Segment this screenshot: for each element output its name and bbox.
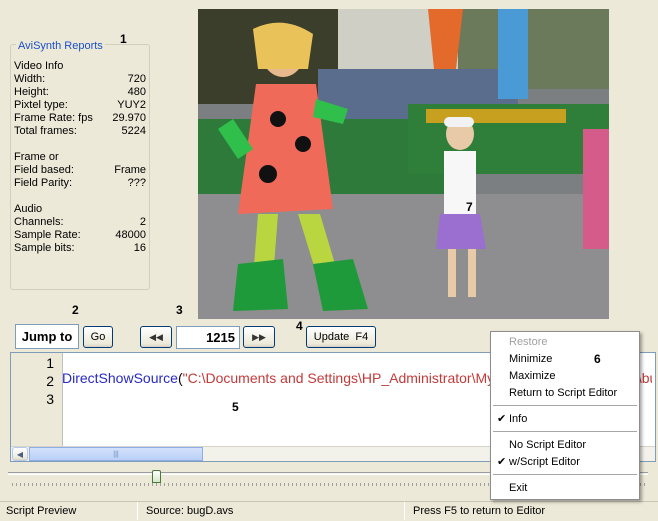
next-frame-button[interactable]: ▶▶ — [243, 326, 275, 348]
info-row-width: Width: 720 — [14, 73, 146, 85]
menu-item-info[interactable]: ✔ Info — [491, 411, 639, 428]
info-row-field-parity: Field Parity:??? — [14, 177, 146, 189]
callout-3: 3 — [176, 303, 183, 317]
callout-1: 1 — [120, 32, 127, 46]
info-row-sample-bits: Sample bits: 16 — [14, 242, 146, 254]
menu-item-minimize[interactable]: Minimize — [491, 351, 639, 368]
status-divider — [404, 502, 405, 520]
update-button[interactable]: Update F4 — [306, 326, 376, 348]
status-divider — [137, 502, 138, 520]
callout-6: 6 — [594, 352, 601, 366]
info-row-frame-rate: Frame Rate: fps 29.970 — [14, 112, 146, 124]
video-preview[interactable] — [198, 9, 609, 319]
line-number: 2 — [46, 373, 54, 389]
callout-7: 7 — [466, 200, 473, 214]
menu-item-no-script-editor[interactable]: No Script Editor — [491, 437, 639, 454]
scroll-left-arrow-icon[interactable]: ◀ — [12, 447, 28, 461]
menu-separator — [493, 431, 637, 432]
context-menu: Restore Minimize Maximize Return to Scri… — [490, 331, 640, 500]
callout-4: 4 — [296, 319, 303, 333]
frame-field-heading: Frame or — [14, 151, 59, 163]
jump-to-label: Jump to — [15, 324, 79, 349]
info-row-pixel-type: Pixtel type: YUY2 — [14, 99, 146, 111]
menu-item-restore[interactable]: Restore — [491, 334, 639, 351]
line-number: 1 — [46, 355, 54, 371]
video-frame-image — [198, 9, 609, 319]
menu-item-with-script-editor-label: w/Script Editor — [509, 456, 580, 468]
info-row-sample-rate: Sample Rate: 48000 — [14, 229, 146, 241]
info-row-channels: Channels: 2 — [14, 216, 146, 228]
audio-heading: Audio — [14, 203, 43, 215]
info-row-field-based: Field based: Frame — [14, 164, 146, 176]
callout-2: 2 — [72, 303, 79, 317]
checkmark-icon: ✔ — [497, 456, 507, 468]
previous-frame-button[interactable]: ◀◀ — [140, 326, 172, 348]
menu-item-maximize[interactable]: Maximize — [491, 368, 639, 385]
info-row-height: Height: 480 — [14, 86, 146, 98]
status-hint: Press F5 to return to Editor — [413, 505, 546, 517]
video-info-heading: Video Info — [14, 60, 64, 72]
menu-separator — [493, 405, 637, 406]
checkmark-icon: ✔ — [497, 413, 507, 425]
status-mode: Script Preview — [6, 505, 77, 517]
line-number: 3 — [46, 391, 54, 407]
menu-item-info-label: Info — [509, 413, 528, 425]
menu-item-with-script-editor[interactable]: ✔ w/Script Editor — [491, 454, 639, 471]
info-panel-title: AviSynth Reports — [16, 40, 105, 52]
timeline-thumb[interactable] — [152, 470, 162, 483]
menu-separator — [493, 474, 637, 475]
code-function: DirectShowSource — [62, 370, 178, 386]
info-body: Video Info Width: 720 Height: 480 Pixtel t… — [14, 60, 146, 255]
scrollbar-thumb[interactable]: ||| — [29, 447, 203, 461]
menu-item-return-to-editor[interactable]: Return to Script Editor — [491, 385, 639, 402]
go-button[interactable]: Go — [83, 326, 113, 348]
line-number-gutter: 1 2 3 — [11, 353, 63, 461]
info-row-total-frames: Total frames: 5224 — [14, 125, 146, 137]
frame-number-input[interactable]: 1215 — [176, 326, 240, 349]
status-source: Source: bugD.avs — [146, 505, 234, 517]
callout-5: 5 — [232, 400, 239, 414]
menu-item-exit[interactable]: Exit — [491, 480, 639, 497]
